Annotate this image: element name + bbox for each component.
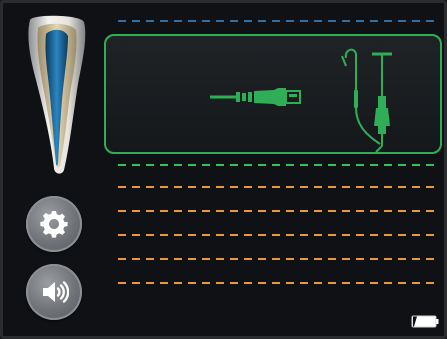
usb-cable-icon: [210, 88, 301, 106]
connection-notice-panel: [104, 34, 442, 154]
battery-low-icon: [411, 315, 439, 328]
depth-scale-line: [118, 210, 436, 212]
depth-scale-line: [118, 20, 436, 22]
file-clip-and-lip-hook-icon: [341, 48, 392, 153]
gear-icon: [40, 211, 68, 238]
speaker-volume-icon: [43, 281, 69, 303]
depth-scale-line: [118, 258, 436, 260]
depth-scale-line: [118, 164, 436, 166]
sound-button[interactable]: [26, 264, 82, 320]
depth-scale-line: [118, 234, 436, 236]
connection-illustration: [210, 48, 392, 153]
depth-scale-line: [118, 282, 436, 284]
depth-scale-line: [118, 186, 436, 188]
settings-button[interactable]: [26, 196, 82, 252]
apex-locator-screen: [0, 0, 447, 339]
tooth-root-canal-icon: [28, 15, 86, 174]
